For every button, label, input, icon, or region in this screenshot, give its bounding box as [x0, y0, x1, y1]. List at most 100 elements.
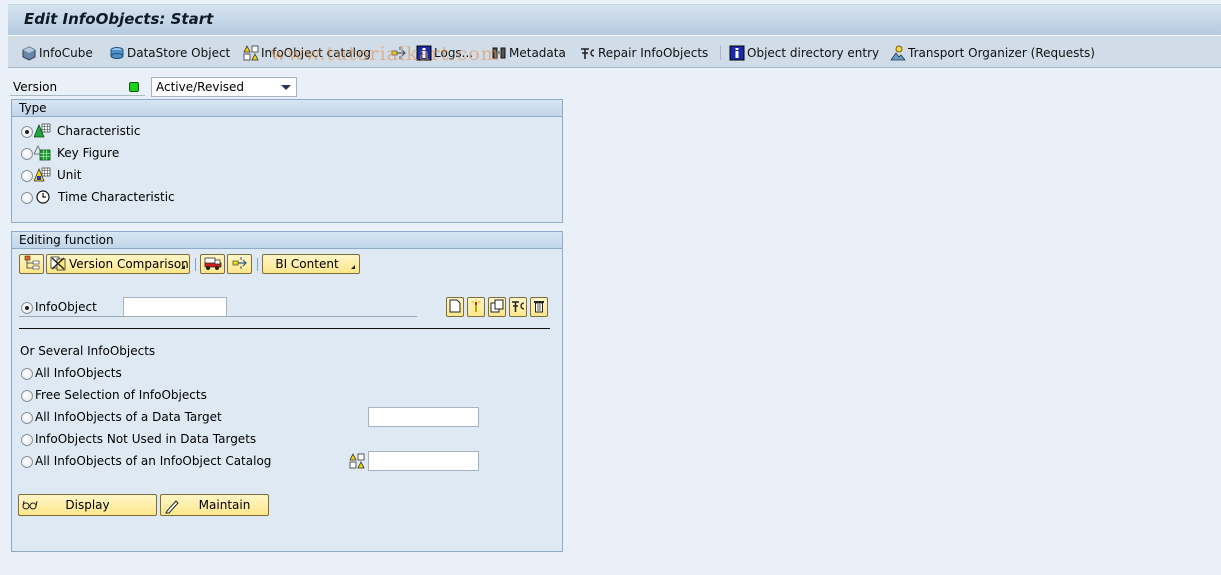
radio-single-infoobject[interactable] — [21, 302, 33, 314]
display-label: Display — [65, 498, 110, 512]
radio-data-target[interactable] — [21, 412, 33, 424]
transfer-button[interactable] — [227, 254, 252, 274]
datastore-object-button[interactable]: DataStore Object — [109, 44, 230, 61]
editing-function-group: Editing function Version Comparison BI C… — [11, 231, 563, 552]
version-selected-value: Active/Revised — [156, 80, 245, 94]
truck-icon — [204, 255, 222, 274]
radio-all-infoobjects[interactable] — [21, 368, 33, 380]
time-characteristic-label: Time Characteristic — [58, 190, 175, 204]
transport-button[interactable] — [200, 254, 225, 274]
trash-icon — [533, 299, 545, 316]
version-label: Version — [13, 80, 58, 94]
hierarchy-button[interactable] — [19, 254, 44, 274]
infoobject-catalog-button[interactable]: InfoObject catalog — [243, 44, 371, 61]
delete-button[interactable] — [530, 297, 548, 317]
unit-label: Unit — [57, 168, 82, 182]
chevron-down-icon[interactable] — [281, 85, 291, 90]
version-dropdown[interactable]: Active/Revised — [151, 77, 297, 97]
characteristic-icon — [33, 123, 51, 139]
repair-infoobjects-label: Repair InfoObjects — [598, 45, 709, 60]
maintain-label: Maintain — [198, 498, 251, 512]
radio-unit[interactable] — [21, 170, 33, 182]
info-icon — [416, 45, 432, 61]
toolbar-separator — [720, 45, 721, 60]
divider-line — [19, 328, 550, 329]
page-title: Edit InfoObjects: Start — [24, 10, 214, 28]
key-figure-label: Key Figure — [57, 146, 120, 160]
version-status-icon — [129, 82, 139, 92]
characteristic-label: Characteristic — [57, 124, 141, 138]
metadata-button[interactable]: Metadata — [491, 44, 566, 61]
title-bar: Edit InfoObjects: Start — [8, 4, 1221, 35]
metadata-label: Metadata — [509, 45, 566, 60]
free-selection-label: Free Selection of InfoObjects — [35, 388, 207, 402]
radio-free-selection[interactable] — [21, 390, 33, 402]
several-infoobjects-heading: Or Several InfoObjects — [20, 344, 156, 358]
create-button[interactable] — [446, 297, 464, 317]
clock-icon — [35, 189, 51, 205]
transport-organizer-label: Transport Organizer (Requests) — [908, 45, 1095, 60]
transfer-button[interactable] — [391, 44, 409, 61]
logs-label: Logs... — [434, 45, 474, 60]
transfer-icon — [391, 45, 407, 61]
toolbar-separator — [257, 258, 258, 271]
maintain-button[interactable]: Maintain — [160, 494, 269, 516]
datastore-object-label: DataStore Object — [127, 45, 231, 60]
transport-organizer-icon — [890, 45, 906, 61]
logs-button[interactable]: Logs... — [416, 44, 473, 61]
radio-not-used-in-targets[interactable] — [21, 434, 33, 446]
copy-button[interactable] — [488, 297, 506, 317]
type-group-header: Type — [12, 100, 562, 117]
toolbar-separator — [195, 258, 196, 271]
infocube-icon — [21, 45, 37, 61]
infoobject-catalog-option-label: All InfoObjects of an InfoObject Catalog — [35, 454, 272, 468]
object-directory-entry-label: Object directory entry — [747, 45, 880, 60]
hierarchy-icon — [24, 255, 40, 274]
infoobject-underline — [19, 316, 417, 317]
copy-icon — [490, 299, 504, 316]
type-group: Type Characteristic Key Figure Unit Time… — [11, 99, 563, 223]
transport-organizer-button[interactable]: Transport Organizer (Requests) — [890, 44, 1095, 61]
repair-icon — [580, 45, 596, 61]
infocube-label: InfoCube — [39, 45, 93, 60]
repair-icon — [511, 299, 525, 316]
radio-time-characteristic[interactable] — [21, 192, 33, 204]
editing-function-header: Editing function — [12, 232, 562, 249]
application-toolbar: InfoCube DataStore Object InfoObject cat… — [8, 35, 1221, 68]
data-target-input[interactable] — [368, 407, 479, 427]
activate-button[interactable] — [467, 297, 485, 317]
radio-infoobject-catalog[interactable] — [21, 456, 33, 468]
object-directory-entry-button[interactable]: Object directory entry — [729, 44, 879, 61]
unit-icon — [33, 167, 51, 183]
version-underline — [10, 95, 145, 96]
infoobject-label: InfoObject — [35, 300, 97, 314]
infoobject-catalog-icon — [243, 44, 259, 61]
radio-characteristic[interactable] — [21, 126, 33, 138]
infoobject-catalog-input[interactable] — [368, 451, 479, 471]
radio-key-figure[interactable] — [21, 148, 33, 160]
transfer-icon — [232, 255, 248, 274]
key-figure-icon — [33, 145, 51, 161]
new-document-icon — [449, 299, 461, 316]
menu-indicator-icon — [181, 265, 185, 269]
info-icon — [729, 45, 745, 61]
activate-icon — [470, 298, 482, 316]
all-infoobjects-label: All InfoObjects — [35, 366, 122, 380]
repair-button[interactable] — [509, 297, 527, 317]
version-comparison-button[interactable]: Version Comparison — [46, 254, 190, 274]
binoculars-icon — [491, 45, 507, 61]
menu-indicator-icon — [351, 265, 355, 269]
data-target-label: All InfoObjects of a Data Target — [35, 410, 222, 424]
bi-content-button[interactable]: BI Content — [262, 254, 360, 274]
infocube-button[interactable]: InfoCube — [21, 44, 93, 61]
bi-content-label: BI Content — [275, 257, 339, 271]
datastore-icon — [109, 45, 125, 61]
infoobject-catalog-icon[interactable] — [349, 453, 365, 469]
version-comparison-label: Version Comparison — [69, 257, 189, 271]
version-comparison-icon — [50, 255, 66, 274]
repair-infoobjects-button[interactable]: Repair InfoObjects — [580, 44, 708, 61]
display-button[interactable]: Display — [18, 494, 157, 516]
infoobject-catalog-label: InfoObject catalog — [261, 45, 371, 60]
infoobject-input[interactable] — [123, 297, 227, 317]
pencil-icon — [164, 498, 180, 517]
